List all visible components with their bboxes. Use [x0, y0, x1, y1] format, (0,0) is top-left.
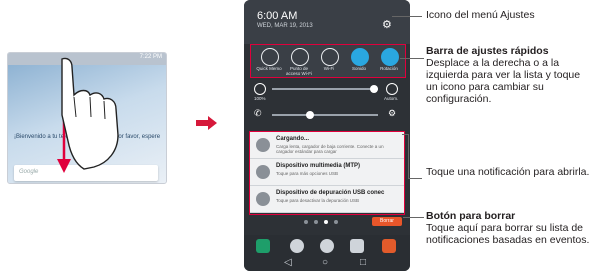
contacts-app-icon[interactable] [290, 239, 304, 253]
brightness-knob[interactable] [370, 85, 378, 93]
usb-debug-icon [256, 192, 270, 206]
brightness-icon [254, 83, 266, 95]
back-icon[interactable]: ◁ [284, 257, 292, 268]
page-indicator [304, 219, 350, 225]
callout-quickbar-title: Barra de ajustes rápidos [426, 45, 549, 57]
sound-icon[interactable] [351, 48, 369, 66]
auto-label: Autom. [384, 96, 399, 101]
volume-track[interactable] [272, 114, 378, 116]
brightness-track[interactable] [272, 88, 378, 90]
settings-gear-icon[interactable]: ⚙ [382, 18, 392, 31]
usb-icon [256, 165, 270, 179]
phone-app-icon[interactable] [256, 239, 270, 253]
callout-clear-title: Botón para borrar [426, 210, 516, 222]
charging-icon [256, 138, 270, 152]
messaging-app-icon[interactable] [350, 239, 364, 253]
notification-subtitle: Carga lenta, cargador de baja corriente.… [276, 144, 384, 154]
callout-settings-icon: Icono del menú Ajustes [426, 9, 535, 21]
callout-leader-quickbar [400, 58, 424, 59]
recents-icon[interactable]: □ [360, 257, 366, 268]
clock-date: WED, MAR 19, 2013 [257, 23, 313, 29]
phone-volume-icon: ✆ [254, 108, 262, 118]
callout-clear-body: Toque aquí para borrar su lista de notif… [426, 222, 590, 246]
brightness-percent: 100% [254, 96, 266, 101]
panel-header: 6:00 AM WED, MAR 19, 2013 ⚙ [244, 0, 410, 44]
clear-label: Borrar [380, 218, 394, 224]
callout-leader-notif [408, 178, 422, 179]
wifi-icon[interactable] [321, 48, 339, 66]
callout-quickbar-body: Desplace a la derecha o a la izquierda p… [426, 57, 581, 105]
clear-button[interactable]: Borrar [372, 217, 402, 226]
rotation-icon[interactable] [381, 48, 399, 66]
browser-app-icon[interactable] [382, 239, 396, 253]
callout-leader-notif-vertical [408, 134, 409, 179]
brightness-row[interactable]: 100% Autom. [252, 82, 402, 104]
qs-label-4: Rotación [380, 66, 398, 71]
qs-label-1: Punto de acceso Wi-Fi [285, 66, 312, 76]
callout-leader-notif-top [402, 134, 409, 135]
home-icon[interactable]: ○ [322, 257, 328, 268]
notification-title: Dispositivo multimedia (MTP) [276, 163, 361, 169]
notification-subtitle: Toque para más opciones USB [276, 171, 339, 176]
notification-subtitle: Toque para desactivar la depuración USB [276, 198, 360, 203]
auto-brightness-icon[interactable] [386, 83, 398, 95]
notification-title: Cargando... [276, 136, 310, 142]
clock-time: 6:00 AM [257, 10, 298, 22]
quick-memo-icon[interactable] [261, 48, 279, 66]
search-placeholder: Google [19, 169, 39, 175]
notification-title: Dispositivo de depuración USB conec [276, 190, 385, 196]
qs-label-3: Sonido [351, 66, 366, 71]
notification-panel: 6:00 AM WED, MAR 19, 2013 ⚙ Quick Memo P… [244, 0, 410, 271]
callout-leader-clear [403, 217, 424, 218]
qs-label-2: Wi-Fi [323, 66, 335, 71]
volume-settings-icon[interactable]: ⚙ [388, 108, 396, 119]
notification-item[interactable]: Dispositivo multimedia (MTP) Toque para … [250, 159, 404, 186]
callout-notification: Toque una notificación para abrirla. [426, 166, 590, 178]
quick-settings-bar[interactable]: Quick Memo Punto de acceso Wi-Fi Wi-Fi S… [250, 44, 406, 78]
home-screen-illustration: 7:22 PM ¡Bienvenido a tu teléfono! Inici… [7, 52, 167, 184]
notification-item[interactable]: Dispositivo de depuración USB conec Toqu… [250, 186, 404, 213]
hotspot-icon[interactable] [291, 48, 309, 66]
swipe-down-hand-icon [57, 57, 119, 173]
apps-icon[interactable] [320, 239, 334, 253]
volume-row[interactable]: ✆ ⚙ [252, 108, 402, 122]
notification-item[interactable]: Cargando... Carga lenta, cargador de baj… [250, 132, 404, 159]
arrow-right-icon [196, 116, 217, 130]
volume-knob[interactable] [306, 111, 314, 119]
callout-leader-settings [392, 16, 422, 17]
qs-label-0: Quick Memo [256, 66, 282, 71]
